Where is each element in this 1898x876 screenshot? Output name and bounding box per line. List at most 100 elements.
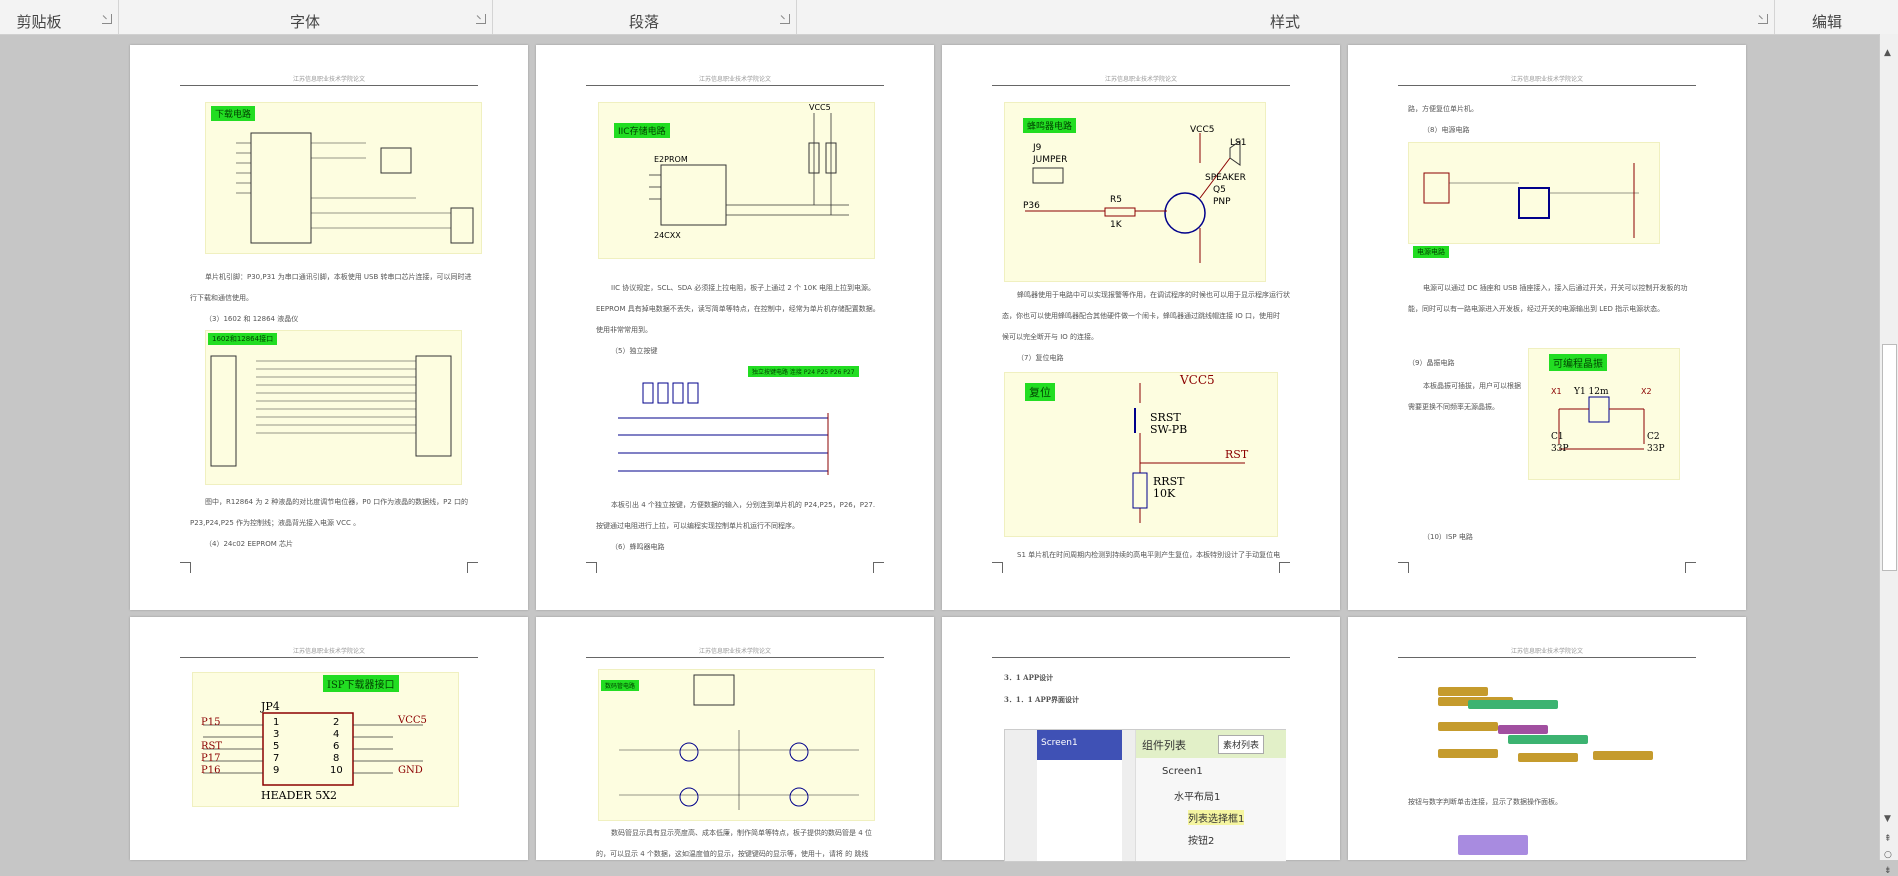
paragraph: 使用非常常用到。 [596, 326, 652, 334]
code-block [1438, 687, 1488, 696]
code-block [1438, 722, 1498, 731]
chevron-up-icon[interactable]: ▲ [1884, 48, 1891, 58]
tab-assets[interactable]: 素材列表 [1218, 735, 1265, 754]
isp-schematic: ISP下载器接口 JP4 HEADER 5X2 P15 RST P17 P16 … [192, 672, 459, 807]
crop-mark [180, 562, 191, 573]
pin-number: 1 [273, 717, 280, 728]
vertical-scrollbar[interactable]: ▲ ▼ ⇞ ○ ⇟ [1879, 34, 1898, 876]
next-page-icon[interactable]: ⇟ [1884, 866, 1892, 876]
app-screen-titlebar: Screen1 [1037, 730, 1122, 760]
code-block [1508, 735, 1588, 744]
tree-item[interactable]: 按钮2 [1188, 832, 1214, 847]
ribbon-group-label: 段落 [628, 13, 659, 31]
section-heading: （8）电源电路 [1423, 126, 1470, 134]
schematic-label: RST [1225, 448, 1249, 461]
pin-number: 3 [273, 729, 280, 740]
keys-schematic: 独立按键电路 连接 P24 P25 P26 P27 [598, 363, 878, 488]
section-heading: （6）蜂鸣器电路 [611, 543, 665, 551]
section-heading: 3．1．1 APP界面设计 [1004, 695, 1080, 704]
blocks-screenshot [1438, 687, 1668, 777]
schematic-label: 10K [1153, 487, 1176, 500]
paragraph: 单片机引脚：P30,P31 为串口通讯引脚，本板使用 USB 转串口芯片连接，可… [205, 273, 472, 281]
section-heading: （10）ISP 电路 [1423, 533, 1473, 541]
section-heading: （4）24c02 EEPROM 芯片 [205, 540, 294, 548]
section-heading: （3）1602 和 12864 液晶仪 [205, 315, 299, 323]
section-heading: （5）独立按键 [611, 347, 658, 355]
ribbon-group-label: 样式 [1269, 13, 1300, 31]
paragraph: 能，同时可以有一路电源进入开发板，经过开关的电源输出到 LED 指示电源状态。 [1408, 305, 1665, 313]
ribbon: 剪贴板 字体 段落 样式 编辑 [0, 0, 1898, 35]
schematic-label: JUMPER [1033, 155, 1068, 165]
pin-number: 2 [333, 717, 340, 728]
section-heading: （9）晶振电路 [1408, 359, 1455, 367]
scrollbar-thumb[interactable] [1882, 344, 1897, 571]
code-block [1458, 835, 1528, 855]
header-rule [180, 81, 478, 86]
tree-item[interactable]: Screen1 [1162, 766, 1203, 777]
lcd-schematic-drawing [210, 355, 452, 467]
chevron-down-icon[interactable]: ▼ [1884, 814, 1891, 824]
pin-number: 7 [273, 753, 280, 764]
crop-mark [873, 562, 884, 573]
header-rule [180, 653, 478, 658]
download-circuit-schematic: 下载电路 [205, 102, 482, 254]
schematic-label: Q5 [1213, 185, 1226, 195]
app-phone-preview [1037, 760, 1122, 861]
pin-number: 10 [330, 765, 343, 776]
paragraph: 需要更换不同频率无源晶振。 [1408, 403, 1499, 411]
ribbon-group-label: 字体 [289, 13, 320, 31]
document-page-2[interactable]: 江苏信息职业技术学院论文 IIC存储电路 VCC5 E2PROM 24CXX I… [536, 45, 934, 610]
code-block [1518, 753, 1578, 762]
crop-mark [1398, 562, 1409, 573]
ribbon-group-editing[interactable]: 编辑 [1774, 0, 1880, 34]
previous-page-icon[interactable]: ⇞ [1884, 834, 1892, 844]
pin-number: 9 [273, 765, 280, 776]
power-drawing [1423, 163, 1639, 238]
panel-title: 组件列表 [1142, 739, 1186, 752]
paragraph: 按钮与数字判断单击连接，显示了数据操作面板。 [1408, 798, 1562, 806]
crop-mark [992, 562, 1003, 573]
pin-number: 8 [333, 753, 340, 764]
ribbon-group-styles[interactable]: 样式 [796, 0, 1775, 34]
ribbon-group-paragraph[interactable]: 段落 [492, 0, 797, 34]
pin-number: 5 [273, 741, 280, 752]
schematic-label: R5 [1110, 195, 1122, 205]
ribbon-group-label: 编辑 [1811, 13, 1842, 31]
eeprom-schematic: IIC存储电路 VCC5 E2PROM 24CXX [598, 102, 875, 259]
schematic-label: X1 [1551, 387, 1562, 396]
ribbon-group-clipboard[interactable]: 剪贴板 [0, 0, 119, 34]
crop-mark [467, 562, 478, 573]
paragraph: 图中，R12864 为 2 种液晶的对比度调节电位器，P0 口作为液晶的数据线，… [205, 498, 469, 506]
paragraph: 候可以完全断开与 IO 的连接。 [1002, 333, 1099, 341]
document-page-3[interactable]: 江苏信息职业技术学院论文 蜂鸣器电路 J9 JUMPER VCC5 LS1 SP… [942, 45, 1340, 610]
app-designer-screenshot: Screen1 组件列表 素材列表 Screen1 水平布局1 列表选择框1 按… [1004, 729, 1286, 862]
schematic-label: J9 [1033, 143, 1042, 153]
ribbon-group-font[interactable]: 字体 [118, 0, 493, 34]
header-rule [586, 653, 884, 658]
download-circuit-drawing [236, 132, 474, 244]
eeprom-drawing [649, 113, 849, 226]
dialog-launcher-icon[interactable] [1758, 14, 1768, 24]
document-page-7[interactable]: 3．1 APP设计 3．1．1 APP界面设计 Screen1 组件列表 素材列… [942, 617, 1340, 862]
dialog-launcher-icon[interactable] [780, 14, 790, 24]
schematic-label: LS1 [1230, 138, 1247, 148]
select-browse-object-icon[interactable]: ○ [1884, 850, 1892, 860]
document-page-4[interactable]: 江苏信息职业技术学院论文 路，方便复位单片机。 （8）电源电路 电源电路 电源可… [1348, 45, 1746, 610]
document-page-1[interactable]: 江苏信息职业技术学院论文 下载电路 单片机引脚：P30,P31 为串口通讯引脚，… [130, 45, 528, 610]
paragraph: 行下载和通信使用。 [190, 294, 253, 302]
paragraph: 本板引出 4 个独立按键，方便数据的输入，分别连到单片机的 P24,P25，P2… [611, 501, 876, 509]
document-page-8[interactable]: 江苏信息职业技术学院论文 按钮与数字判断单击连接，显示了数据操作面板。 [1348, 617, 1746, 860]
pin-label: RST [201, 741, 223, 752]
tree-item[interactable]: 列表选择框1 [1188, 810, 1245, 825]
reset-schematic: 复位 VCC5 SRST SW-PB RST RRST 10K [1004, 372, 1278, 537]
section-heading: （7）复位电路 [1017, 354, 1064, 362]
document-page-6[interactable]: 江苏信息职业技术学院论文 数码管电路 数码管显示具有显示亮度高、成本低廉，制作简… [536, 617, 934, 860]
power-schematic [1408, 142, 1660, 244]
tree-item[interactable]: 水平布局1 [1174, 788, 1220, 803]
dialog-launcher-icon[interactable] [102, 14, 112, 24]
schematic-label: 33P [1647, 444, 1665, 454]
document-page-5[interactable]: 江苏信息职业技术学院论文 ISP下载器接口 JP4 HEADER 5X2 P15… [130, 617, 528, 860]
pin-label: GND [398, 765, 423, 776]
components-panel-header: 组件列表 素材列表 [1136, 730, 1286, 758]
dialog-launcher-icon[interactable] [476, 14, 486, 24]
